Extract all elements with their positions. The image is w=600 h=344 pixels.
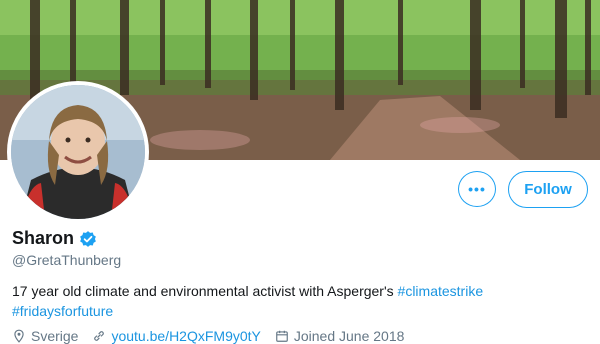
follow-label: Follow: [524, 181, 572, 198]
website-item[interactable]: youtu.be/H2QxFM9y0tY: [92, 328, 261, 344]
hashtag-link[interactable]: #fridaysforfuture: [12, 303, 113, 319]
more-label: •••: [468, 181, 486, 197]
verified-badge-icon: [80, 230, 96, 247]
bio-text: 17 year old climate and environmental ac…: [12, 283, 398, 299]
profile-bio: 17 year old climate and environmental ac…: [12, 281, 592, 321]
more-options-button[interactable]: •••: [458, 171, 496, 207]
joined-item: Joined June 2018: [275, 328, 405, 344]
hashtag-link[interactable]: #climatestrike: [398, 283, 484, 299]
follow-button[interactable]: Follow: [508, 171, 588, 208]
location-pin-icon: [14, 329, 24, 343]
profile-handle: @GretaThunberg: [12, 252, 122, 268]
profile-meta: Sverige youtu.be/H2QxFM9y0tY Joined June…: [12, 328, 418, 344]
calendar-icon: [276, 330, 288, 342]
avatar-frame[interactable]: [7, 81, 149, 223]
location-item: Sverige: [12, 328, 78, 344]
location-text: Sverige: [31, 328, 79, 344]
profile-photo: [11, 85, 145, 219]
avatar[interactable]: [11, 85, 145, 219]
website-link[interactable]: youtu.be/H2QxFM9y0tY: [111, 328, 260, 344]
profile-name-row: Sharon: [12, 228, 97, 249]
profile-name: Sharon: [12, 228, 75, 248]
joined-text: Joined June 2018: [293, 328, 405, 344]
link-icon: [94, 331, 105, 341]
